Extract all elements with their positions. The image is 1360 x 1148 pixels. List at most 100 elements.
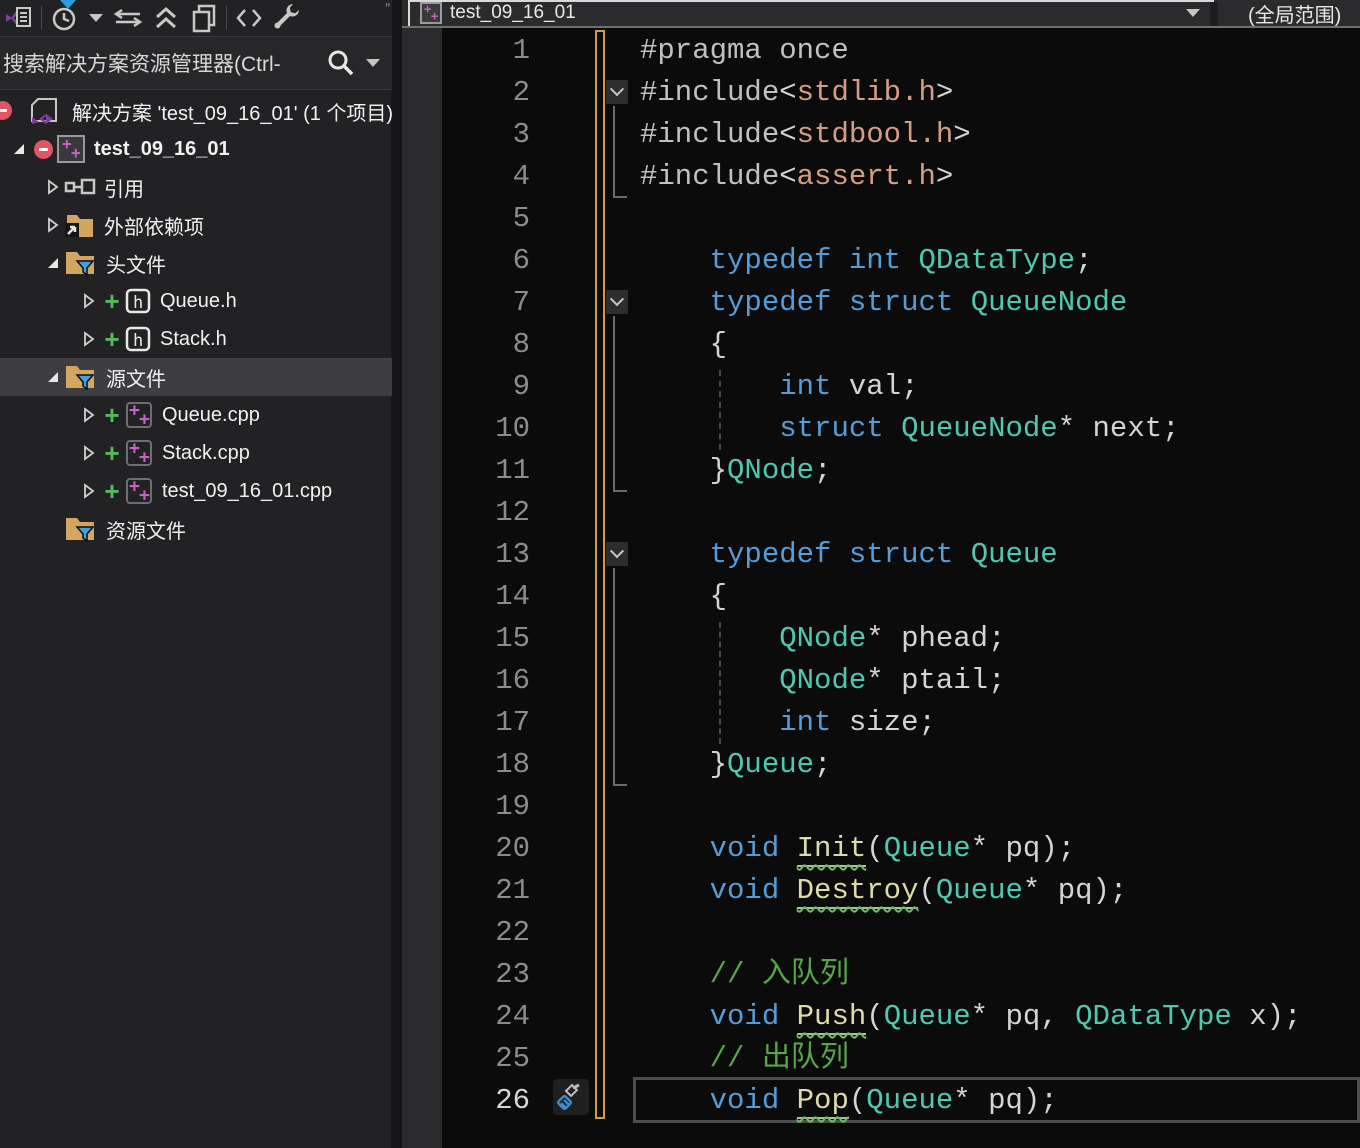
visual-studio-window: ” 搜索解决方案资源管理器(Ctrl- 解决方案 'test_09_16_01'… [0,0,1360,1148]
project-dropdown-label: test_09_16_01 [450,2,576,23]
tree-item-label: 外部依赖项 [104,216,204,239]
line-number: 23 [495,958,530,991]
svg-text:h: h [133,331,143,351]
tree-expander-icon[interactable] [78,483,100,499]
line-number: 2 [512,76,530,109]
filter-folder-icon [64,363,98,391]
tree-item-queue.cpp[interactable]: + + + Queue.cpp [0,396,392,434]
cpp-file-icon: + + [124,400,154,430]
tree-item--[interactable]: 资源文件 [0,510,392,548]
fold-guide [613,106,627,198]
tree-item-test_09_16_01[interactable]: + + test_09_16_01 [0,130,392,168]
fold-collapse-icon[interactable] [606,290,628,314]
tree-item--[interactable]: 外部依赖项 [0,206,392,244]
tree-expander-icon[interactable] [78,407,100,423]
switch-views-button[interactable] [0,2,38,34]
sync-with-active-document-button[interactable] [109,2,147,34]
code-line-6: typedef int QDataType; [709,244,1093,277]
cpp-file-icon: + + [124,438,154,468]
chevron-down-icon [89,14,103,22]
function-name: Push [796,1000,867,1035]
line-number: 1 [512,34,530,67]
double-chevron-up-icon [151,4,181,32]
search-options-chevron-icon[interactable] [366,59,380,67]
line-number: 5 [512,202,530,235]
code-line-13: typedef struct Queue [709,538,1058,571]
solution-search-box[interactable]: 搜索解决方案资源管理器(Ctrl- [0,37,392,90]
svg-text:h: h [133,293,143,313]
tree-item-stack.h[interactable]: + h Stack.h [0,320,392,358]
editor-navigation-bar: + + test_09_16_01 (全局范围) [402,0,1360,28]
view-code-button[interactable] [230,2,268,34]
fold-guide [613,316,627,492]
tree-expander-icon[interactable] [42,217,64,233]
line-number: 20 [495,832,530,865]
properties-button[interactable] [268,2,306,34]
editor-indicator-margin[interactable] [402,0,442,1148]
vs-logo-document-icon [4,4,34,32]
quick-actions-button[interactable] [553,1079,589,1115]
toolbar-overflow-icon[interactable]: ” [385,0,390,16]
code-line-8: { [640,328,728,361]
code-line-15: QNode* phead; [779,622,1006,655]
code-brackets-icon [234,6,264,30]
code-line-16: QNode* ptail; [779,664,1006,697]
cpp-file-icon: + + [124,476,154,506]
source-control-added-icon: + [104,323,120,354]
toolbar-separator [41,6,42,30]
tree-expander-icon[interactable] [8,141,30,157]
tree-item-label: 头文件 [106,254,166,277]
h-file-icon: h [124,287,152,315]
line-number: 14 [495,580,530,613]
show-all-files-button[interactable] [185,2,223,34]
tree-item-label: 源文件 [106,368,166,391]
tree-expander-icon[interactable] [78,445,100,461]
code-line-23: // 入队列 [709,958,849,991]
search-icon[interactable] [324,46,358,80]
search-placeholder: 搜索解决方案资源管理器(Ctrl- [3,53,281,76]
function-name: Pop [796,1084,849,1119]
scope-dropdown[interactable]: (全局范围) [1218,0,1360,27]
svg-text:+: + [431,9,438,23]
code-line-7: typedef struct QueueNode [709,286,1128,319]
code-line-14: { [640,580,728,613]
collapse-all-button[interactable] [147,2,185,34]
code-line-2: #include<stdlib.h> [640,76,954,109]
tree-item-label: 解决方案 'test_09_16_01' (1 个项目) [72,102,392,125]
panel-editor-splitter[interactable] [392,0,402,1148]
tree-item-queue.h[interactable]: + h Queue.h [0,282,392,320]
tree-expander-icon[interactable] [78,293,100,309]
line-number: 25 [495,1042,530,1075]
external-deps-icon [64,211,96,239]
fold-collapse-icon[interactable] [606,542,628,566]
code-line-17: int size; [779,706,936,739]
code-line-21: void Destroy(Queue* pq); [709,874,1128,909]
h-file-icon: h [124,325,152,353]
tree-item--[interactable]: 源文件 [0,358,392,396]
line-number: 8 [512,328,530,361]
tree-item-test_09_16_01.cpp[interactable]: + + + test_09_16_01.cpp [0,472,392,510]
tree-item-label: 引用 [104,178,144,201]
filter-dropdown-button[interactable] [83,2,109,34]
line-number: 16 [495,664,530,697]
tree-expander-icon[interactable] [42,255,64,271]
tree-item--test_09_16_01-1-[interactable]: 解决方案 'test_09_16_01' (1 个项目) [0,92,392,130]
code-line-11: }QNode; [640,454,832,487]
project-dropdown[interactable]: + + test_09_16_01 [414,0,1210,26]
tree-expander-icon[interactable] [78,331,100,347]
code-line-18: }Queue; [640,748,832,781]
tree-expander-icon[interactable] [42,369,64,385]
line-number: 4 [512,160,530,193]
tree-expander-icon[interactable] [42,179,64,195]
screwdriver-icon [556,1082,586,1112]
tree-item-stack.cpp[interactable]: + + + Stack.cpp [0,434,392,472]
line-number: 9 [512,370,530,403]
tree-item--[interactable]: 头文件 [0,244,392,282]
fold-collapse-icon[interactable] [606,80,628,104]
tree-item--[interactable]: 引用 [0,168,392,206]
code-editor-text[interactable]: #pragma once #include<stdlib.h> #include<s… [640,30,1301,1122]
line-number-gutter[interactable]: 1 2 3 4 5 6 7 8 9 10 11 12 13 14 15 16 17 18 19 20 21 22 23 24 2… [442,30,530,1122]
